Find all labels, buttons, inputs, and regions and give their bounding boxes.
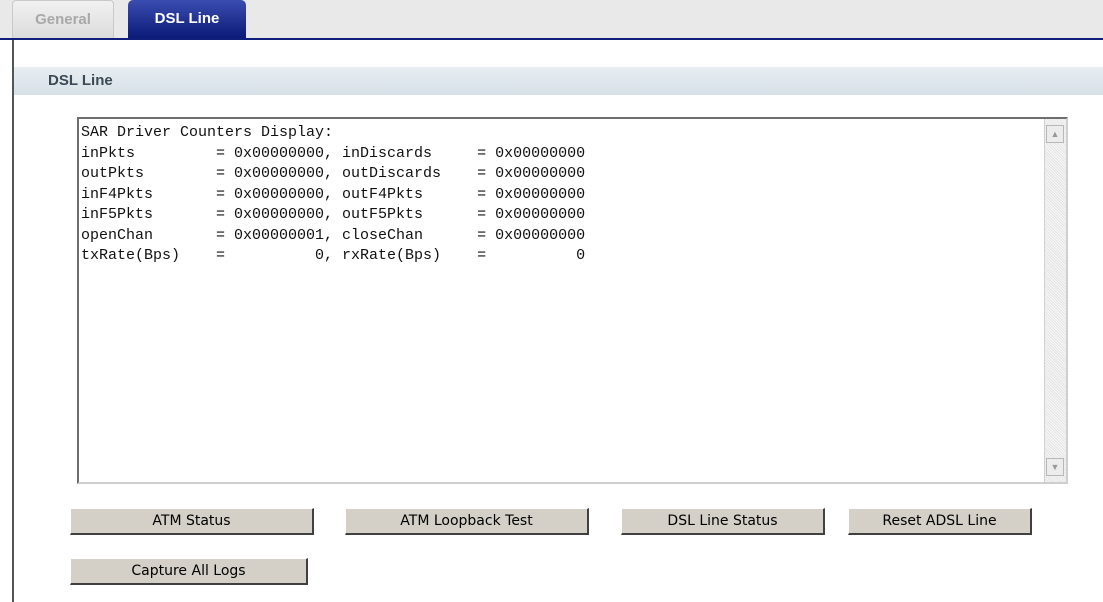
atm-status-button[interactable]: ATM Status <box>70 508 314 535</box>
vertical-scrollbar[interactable]: ▲ ▼ <box>1044 119 1066 482</box>
section-header: DSL Line <box>14 67 1103 95</box>
tab-bar: General DSL Line <box>0 0 1103 40</box>
log-text: SAR Driver Counters Display: inPkts = 0x… <box>81 123 585 267</box>
section-title: DSL Line <box>48 72 113 89</box>
log-line: openChan = 0x00000001, closeChan = 0x000… <box>81 226 586 244</box>
log-line: outPkts = 0x00000000, outDiscards = 0x00… <box>81 165 586 182</box>
atm-loopback-test-button[interactable]: ATM Loopback Test <box>345 508 589 535</box>
log-line: inPkts = 0x00000000, inDiscards = 0x0000… <box>81 144 586 162</box>
log-line: SAR Driver Counters Display: <box>81 124 334 141</box>
scroll-down-arrow-icon[interactable]: ▼ <box>1046 458 1064 476</box>
tab-dsl-line[interactable]: DSL Line <box>128 0 246 38</box>
log-line: inF4Pkts = 0x00000000, outF4Pkts = 0x000… <box>81 185 586 203</box>
scroll-up-arrow-icon[interactable]: ▲ <box>1046 125 1064 143</box>
capture-all-logs-button[interactable]: Capture All Logs <box>70 558 308 585</box>
log-textarea[interactable]: SAR Driver Counters Display: inPkts = 0x… <box>77 117 1068 484</box>
log-line: inF5Pkts = 0x00000000, outF5Pkts = 0x000… <box>81 206 586 223</box>
tab-general[interactable]: General <box>12 0 114 38</box>
left-border <box>12 40 14 602</box>
reset-adsl-line-button[interactable]: Reset ADSL Line <box>848 508 1032 535</box>
dsl-line-status-button[interactable]: DSL Line Status <box>621 508 825 535</box>
log-line: txRate(Bps) = 0, rxRate(Bps) = 0 <box>81 247 586 264</box>
